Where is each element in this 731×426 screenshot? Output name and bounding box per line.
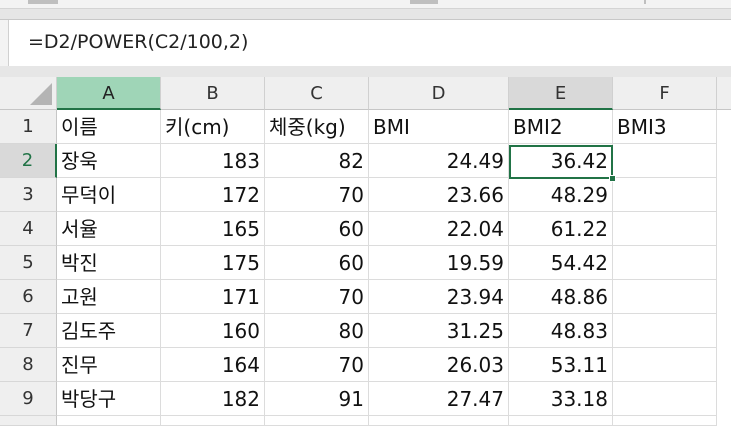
cell-c6[interactable]: 70 (265, 280, 369, 314)
cell-b3[interactable]: 172 (161, 178, 265, 212)
cell-d9[interactable]: 27.47 (369, 382, 509, 416)
cell-a2[interactable]: 장욱 (57, 144, 161, 178)
cell-a6[interactable]: 고원 (57, 280, 161, 314)
cell-b4[interactable]: 165 (161, 212, 265, 246)
column-header-d[interactable]: D (369, 77, 509, 110)
column-header-f[interactable]: F (613, 77, 717, 110)
cell-e4[interactable]: 61.22 (509, 212, 613, 246)
ribbon-edge (0, 0, 731, 9)
select-all-triangle-icon (30, 83, 52, 105)
cell-c1[interactable]: 체중(kg) (265, 110, 369, 144)
row-header-8[interactable]: 8 (0, 348, 57, 382)
formula-grid-gap (0, 66, 731, 77)
cell-d10-partial[interactable] (369, 416, 509, 426)
cell-f10-partial[interactable] (613, 416, 717, 426)
cell-b2[interactable]: 183 (161, 144, 265, 178)
cell-c4[interactable]: 60 (265, 212, 369, 246)
cell-f3[interactable] (613, 178, 717, 212)
formula-bar-left-edge (0, 20, 9, 66)
cell-f4[interactable] (613, 212, 717, 246)
cell-d1[interactable]: BMI (369, 110, 509, 144)
cell-d3[interactable]: 23.66 (369, 178, 509, 212)
row-header-6[interactable]: 6 (0, 280, 57, 314)
column-header-c[interactable]: C (265, 77, 369, 110)
ribbon-edge-divider (644, 0, 646, 4)
cell-b10-partial[interactable] (161, 416, 265, 426)
cell-c7[interactable]: 80 (265, 314, 369, 348)
cell-b5[interactable]: 175 (161, 246, 265, 280)
column-header-b[interactable]: B (161, 77, 265, 110)
fill-handle[interactable] (609, 175, 616, 182)
cell-f1[interactable]: BMI3 (613, 110, 717, 144)
cell-a1[interactable]: 이름 (57, 110, 161, 144)
cell-a5[interactable]: 박진 (57, 246, 161, 280)
spreadsheet-grid[interactable]: A B C D E F 1 2 3 4 5 6 7 8 9 이름 키(cm) 체… (0, 77, 731, 426)
cell-d8[interactable]: 26.03 (369, 348, 509, 382)
cell-b8[interactable]: 164 (161, 348, 265, 382)
cell-d7[interactable]: 31.25 (369, 314, 509, 348)
cell-d5[interactable]: 19.59 (369, 246, 509, 280)
column-header-e[interactable]: E (509, 77, 613, 110)
cell-d4[interactable]: 22.04 (369, 212, 509, 246)
select-all-corner[interactable] (0, 77, 57, 110)
cell-a10-partial[interactable] (57, 416, 161, 426)
cell-c5[interactable]: 60 (265, 246, 369, 280)
cell-e1[interactable]: BMI2 (509, 110, 613, 144)
cell-a8[interactable]: 진무 (57, 348, 161, 382)
row-header-9[interactable]: 9 (0, 382, 57, 416)
column-header-g-partial[interactable] (717, 77, 731, 110)
formula-bar[interactable]: =D2/POWER(C2/100,2) (0, 19, 731, 67)
cell-e5[interactable]: 54.42 (509, 246, 613, 280)
cell-b1[interactable]: 키(cm) (161, 110, 265, 144)
column-header-a[interactable]: A (57, 77, 161, 110)
ribbon-edge-mark (410, 0, 438, 4)
cell-c8[interactable]: 70 (265, 348, 369, 382)
cell-e2[interactable]: 36.42 (509, 144, 613, 178)
row-header-4[interactable]: 4 (0, 212, 57, 246)
cell-a3[interactable]: 무덕이 (57, 178, 161, 212)
ribbon-edge-mark (28, 0, 58, 4)
cell-f7[interactable] (613, 314, 717, 348)
row-header-3[interactable]: 3 (0, 178, 57, 212)
cell-e9[interactable]: 33.18 (509, 382, 613, 416)
cell-c3[interactable]: 70 (265, 178, 369, 212)
cell-a9[interactable]: 박당구 (57, 382, 161, 416)
cell-e6[interactable]: 48.86 (509, 280, 613, 314)
cell-e3[interactable]: 48.29 (509, 178, 613, 212)
cell-c9[interactable]: 91 (265, 382, 369, 416)
row-header-2[interactable]: 2 (0, 144, 57, 178)
row-header-10-partial[interactable] (0, 416, 57, 426)
cell-f9[interactable] (613, 382, 717, 416)
cell-a7[interactable]: 김도주 (57, 314, 161, 348)
cell-d6[interactable]: 23.94 (369, 280, 509, 314)
row-header-7[interactable]: 7 (0, 314, 57, 348)
cell-c10-partial[interactable] (265, 416, 369, 426)
row-header-1[interactable]: 1 (0, 110, 57, 144)
cell-f6[interactable] (613, 280, 717, 314)
cell-e10-partial[interactable] (509, 416, 613, 426)
formula-text[interactable]: =D2/POWER(C2/100,2) (28, 31, 248, 53)
cell-f8[interactable] (613, 348, 717, 382)
row-header-5[interactable]: 5 (0, 246, 57, 280)
cell-f5[interactable] (613, 246, 717, 280)
cell-e8[interactable]: 53.11 (509, 348, 613, 382)
cell-b9[interactable]: 182 (161, 382, 265, 416)
cell-b6[interactable]: 171 (161, 280, 265, 314)
cell-f2[interactable] (613, 144, 717, 178)
cell-c2[interactable]: 82 (265, 144, 369, 178)
cell-e7[interactable]: 48.83 (509, 314, 613, 348)
cell-d2[interactable]: 24.49 (369, 144, 509, 178)
cell-b7[interactable]: 160 (161, 314, 265, 348)
cell-a4[interactable]: 서율 (57, 212, 161, 246)
